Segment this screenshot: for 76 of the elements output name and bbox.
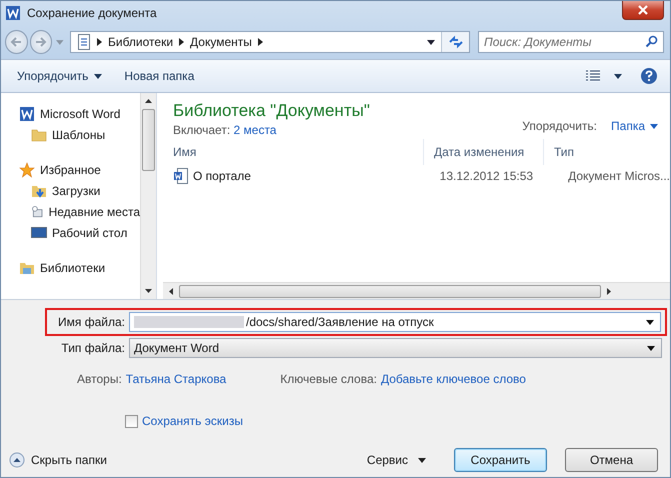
dropdown-caret-icon[interactable]	[614, 74, 622, 78]
refresh-button[interactable]	[441, 32, 469, 52]
breadcrumb-item[interactable]: Библиотеки	[108, 35, 174, 49]
includes-label: Включает:	[173, 123, 230, 137]
filename-field[interactable]: /docs/shared/Заявление на отпуск	[129, 312, 661, 332]
desktop-icon	[31, 224, 47, 240]
sidebar-item[interactable]: Рабочий стол	[1, 222, 140, 243]
folder-icon	[31, 126, 47, 142]
word-logo-icon	[5, 5, 21, 21]
address-bar[interactable]: Библиотеки Документы	[70, 31, 470, 53]
library-title: Библиотека "Документы"	[173, 101, 370, 121]
tools-button[interactable]: Сервис	[366, 453, 408, 467]
column-header[interactable]: Дата изменения	[423, 139, 543, 165]
dropdown-caret-icon[interactable]	[647, 346, 655, 350]
table-cell-text: 13.12.2012 15:53	[438, 169, 534, 183]
save-button[interactable]: Сохранить	[454, 448, 547, 472]
scroll-down-icon[interactable]	[145, 289, 152, 293]
filename-label: Имя файла:	[57, 315, 126, 329]
sidebar-item[interactable]: Шаблоны	[1, 124, 140, 145]
help-icon	[640, 67, 658, 85]
star-icon	[19, 162, 35, 178]
arrange-dropdown[interactable]: Папка	[611, 119, 658, 133]
horizontal-scrollbar[interactable]	[163, 282, 670, 299]
new-folder-button[interactable]: Новая папка	[116, 65, 202, 87]
caret-icon	[94, 74, 102, 78]
chevron-icon[interactable]	[258, 38, 263, 46]
sidebar-item[interactable]: Избранное	[1, 159, 140, 180]
scroll-left-icon[interactable]	[169, 288, 173, 294]
caret-icon	[650, 124, 658, 128]
keywords-label: Ключевые слова:	[280, 372, 377, 386]
breadcrumb-item[interactable]: Документы	[190, 35, 252, 49]
cancel-button[interactable]: Отмена	[565, 448, 658, 472]
file-name[interactable]: О портале	[193, 169, 251, 183]
arrange-label: Упорядочить:	[522, 119, 598, 133]
hide-folders-button[interactable]: Скрыть папки	[5, 452, 107, 468]
sidebar-item[interactable]: Недавние места	[1, 201, 140, 222]
help-button[interactable]	[640, 67, 658, 85]
checkbox-label[interactable]: Сохранять эскизы	[142, 414, 243, 428]
scroll-up-icon[interactable]	[145, 99, 152, 103]
table-cell-text: Документ Micros...	[567, 169, 670, 183]
organize-button[interactable]: Упорядочить	[9, 65, 110, 87]
window-title: Сохранение документа	[27, 6, 157, 20]
collapse-icon	[9, 452, 25, 468]
search-icon	[645, 35, 658, 48]
word-logo-icon	[19, 106, 35, 122]
close-icon	[637, 5, 649, 15]
sidebar-item[interactable]: Загрузки	[1, 180, 140, 201]
filetype-dropdown[interactable]: Документ Word	[129, 338, 662, 358]
authors-label: Авторы:	[77, 372, 122, 386]
column-header[interactable]: Имя	[163, 139, 423, 165]
chevron-icon[interactable]	[97, 38, 102, 46]
dropdown-caret-icon[interactable]	[427, 40, 435, 44]
search-field[interactable]: Поиск: Документы	[478, 31, 664, 53]
checkbox[interactable]	[125, 414, 138, 428]
authors-link[interactable]: Татьяна Старкова	[126, 372, 226, 386]
document-icon	[77, 34, 91, 50]
scroll-right-icon[interactable]	[607, 288, 611, 294]
list-view-icon	[586, 70, 600, 82]
scrollbar-thumb[interactable]	[142, 109, 155, 171]
dropdown-caret-icon[interactable]	[646, 320, 654, 324]
dropdown-caret-icon[interactable]	[418, 458, 426, 462]
back-arrow-icon	[9, 36, 24, 48]
sidebar-item[interactable]: Библиотеки	[1, 257, 140, 278]
locations-link[interactable]: 2 места	[234, 123, 276, 137]
column-header[interactable]: Тип	[543, 139, 670, 165]
chevron-icon[interactable]	[179, 38, 184, 46]
recent-places-icon	[31, 204, 44, 220]
close-button[interactable]	[622, 1, 664, 20]
scrollbar-thumb[interactable]	[179, 284, 601, 298]
word-document-icon	[173, 168, 189, 184]
forward-arrow-icon	[34, 36, 48, 48]
keywords-link[interactable]: Добавьте ключевое слово	[380, 372, 526, 386]
sidebar-item[interactable]: Microsoft Word	[1, 103, 140, 124]
vertical-scrollbar[interactable]	[140, 93, 156, 299]
refresh-icon	[448, 35, 464, 49]
filetype-label: Тип файла:	[60, 341, 126, 355]
